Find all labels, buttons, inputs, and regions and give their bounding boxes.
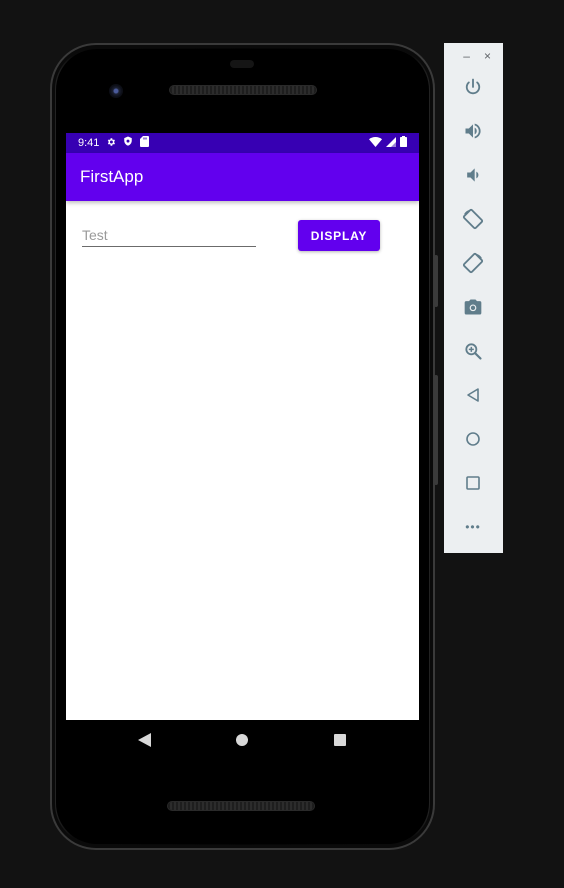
text-input-field[interactable] [82,224,256,247]
close-button[interactable]: × [484,49,491,63]
volume-up-icon[interactable] [461,119,485,143]
nav-back-icon[interactable] [138,733,151,752]
minimize-button[interactable]: – [463,49,470,63]
device-screen: 9:41 FirstApp DISPLAY [66,133,419,720]
settings-icon [106,137,116,150]
rotate-left-icon[interactable] [461,207,485,231]
more-icon[interactable]: ••• [461,515,485,539]
battery-icon [400,136,407,150]
rotate-right-icon[interactable] [461,251,485,275]
bottom-speaker [168,802,314,810]
nav-overview-icon[interactable] [334,734,346,746]
navigation-bar [66,720,419,760]
volume-side-button [434,375,438,485]
proximity-sensor [230,60,254,68]
volume-down-icon[interactable] [461,163,485,187]
cell-signal-icon [386,136,396,150]
status-time: 9:41 [78,137,100,149]
nav-home-icon[interactable] [236,734,248,746]
display-button[interactable]: DISPLAY [298,220,380,251]
home-icon[interactable] [461,427,485,451]
shield-icon [123,136,133,150]
emulator-toolbar: – × ••• [444,43,503,553]
camera-icon[interactable] [461,295,485,319]
overview-icon[interactable] [461,471,485,495]
toolbar-window-controls: – × [444,43,503,69]
zoom-icon[interactable] [461,339,485,363]
main-content: DISPLAY [66,201,419,720]
app-title: FirstApp [80,167,144,186]
back-icon[interactable] [461,383,485,407]
earpiece-speaker [170,86,316,94]
power-side-button [434,255,438,307]
front-camera [109,84,123,98]
status-bar: 9:41 [66,133,419,153]
power-icon[interactable] [461,75,485,99]
sd-card-icon [140,136,150,150]
wifi-icon [369,136,382,150]
app-bar: FirstApp [66,153,419,201]
